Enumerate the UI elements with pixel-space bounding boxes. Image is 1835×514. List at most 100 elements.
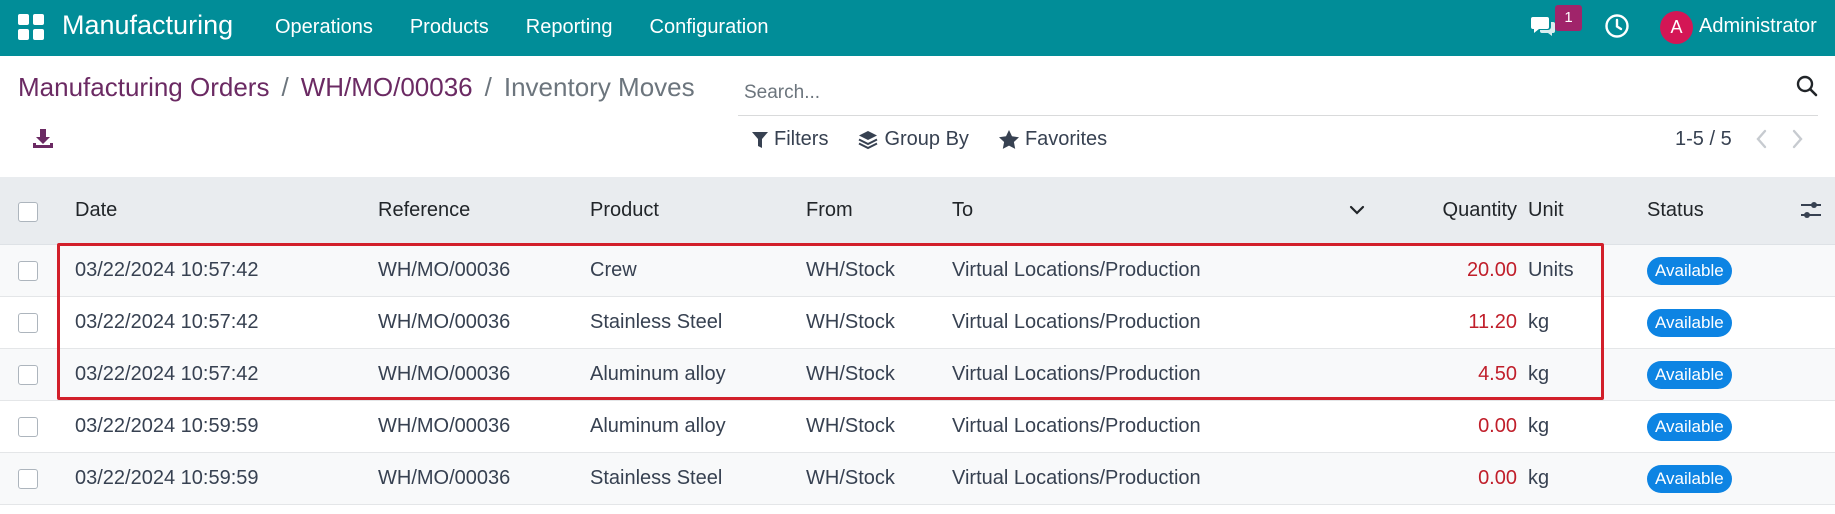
column-header-reference[interactable]: Reference [378,177,470,244]
cell-quantity: 4.50 [1478,363,1517,385]
status-badge: Available [1647,360,1732,389]
cell-reference: WH/MO/00036 [378,311,511,333]
cell-quantity: 11.20 [1468,311,1517,333]
cell-product: Stainless Steel [590,467,723,489]
user-menu[interactable]: Administrator [1699,15,1817,38]
optional-columns-icon[interactable] [1800,199,1822,221]
page-title: Inventory Moves [503,72,695,102]
cell-unit: Units [1528,259,1574,281]
select-all-checkbox[interactable] [18,202,38,222]
menu-item-reporting[interactable]: Reporting [526,16,613,39]
cell-date: 03/22/2024 10:57:42 [75,363,259,385]
row-checkbox[interactable] [18,261,38,281]
cell-from: WH/Stock [806,467,895,489]
pager-value[interactable]: 1-5 / 5 [1675,128,1732,151]
status-badge: Available [1647,256,1732,285]
menu-item-products[interactable]: Products [410,16,489,39]
cell-from: WH/Stock [806,363,895,385]
cell-date: 03/22/2024 10:59:59 [75,467,259,489]
group-by-label: Group By [884,128,969,150]
chat-icon[interactable] [1530,14,1556,38]
cell-to: Virtual Locations/Production [952,311,1201,333]
breadcrumb-separator: / [281,72,289,102]
breadcrumb-manufacturing-orders[interactable]: Manufacturing Orders [18,72,269,103]
inventory-moves-table: Date Reference Product From To Quantity … [0,177,1835,505]
column-header-quantity[interactable]: Quantity [1400,177,1517,244]
cell-from: WH/Stock [806,259,895,281]
cell-date: 03/22/2024 10:57:42 [75,311,259,333]
cell-product: Aluminum alloy [590,415,726,437]
breadcrumb: Manufacturing Orders / WH/MO/00036 / Inv… [18,72,695,103]
cell-reference: WH/MO/00036 [378,467,511,489]
star-icon [998,130,1019,149]
main-menu: Operations Products Reporting Configurat… [275,16,805,39]
row-checkbox[interactable] [18,313,38,333]
row-checkbox[interactable] [18,469,38,489]
app-brand[interactable]: Manufacturing [62,10,233,41]
menu-item-operations[interactable]: Operations [275,16,373,39]
cell-to: Virtual Locations/Production [952,415,1201,437]
cell-from: WH/Stock [806,311,895,333]
filter-icon [752,131,768,148]
cell-status: Available [1647,349,1732,400]
column-header-date[interactable]: Date [75,177,117,244]
favorites-label: Favorites [1024,128,1108,150]
row-checkbox[interactable] [18,417,38,437]
filters-label: Filters [774,128,829,150]
status-badge: Available [1647,464,1732,493]
cell-unit: kg [1528,467,1550,489]
cell-date: 03/22/2024 10:59:59 [75,415,259,437]
group-by-button[interactable]: Group By [858,128,969,151]
cell-from: WH/Stock [806,415,895,437]
column-header-unit[interactable]: Unit [1528,177,1564,244]
search-bar [738,70,1818,116]
chevron-left-icon[interactable] [1752,128,1772,150]
cell-status: Available [1647,453,1732,504]
row-checkbox[interactable] [18,365,38,385]
search-input[interactable] [744,76,1744,110]
breadcrumb-separator: / [484,72,492,102]
cell-unit: kg [1528,311,1550,333]
menu-item-configuration[interactable]: Configuration [650,16,769,39]
cell-unit: kg [1528,415,1550,437]
filters-button[interactable]: Filters [752,128,828,151]
table-header: Date Reference Product From To Quantity … [0,177,1835,245]
table-row[interactable]: 03/22/2024 10:57:42 WH/MO/00036 Stainles… [0,297,1835,349]
table-row[interactable]: 03/22/2024 10:57:42 WH/MO/00036 Aluminum… [0,349,1835,401]
breadcrumb-order-reference[interactable]: WH/MO/00036 [301,72,473,103]
cell-reference: WH/MO/00036 [378,415,511,437]
column-header-status[interactable]: Status [1647,177,1704,244]
column-header-product[interactable]: Product [590,177,659,244]
layers-icon [859,130,878,149]
chevron-right-icon[interactable] [1787,128,1807,150]
cell-unit: kg [1528,363,1550,385]
top-navbar: Manufacturing Operations Products Report… [0,0,1835,56]
cell-reference: WH/MO/00036 [378,363,511,385]
favorites-button[interactable]: Favorites [998,128,1108,151]
status-badge: Available [1647,308,1732,337]
cell-product: Crew [590,259,637,281]
cell-quantity: 20.00 [1466,259,1517,281]
column-header-to[interactable]: To [952,177,973,244]
status-badge: Available [1647,412,1732,441]
cell-to: Virtual Locations/Production [952,363,1201,385]
search-icon[interactable] [1795,74,1819,98]
table-row[interactable]: 03/22/2024 10:59:59 WH/MO/00036 Aluminum… [0,401,1835,453]
table-row[interactable]: 03/22/2024 10:59:59 WH/MO/00036 Stainles… [0,453,1835,505]
avatar[interactable]: A [1660,11,1693,44]
cell-quantity: 0.00 [1478,415,1517,437]
table-row[interactable]: 03/22/2024 10:57:42 WH/MO/00036 Crew WH/… [0,245,1835,297]
column-header-from[interactable]: From [806,177,853,244]
cell-status: Available [1647,245,1732,296]
chevron-down-icon[interactable] [1347,200,1367,220]
apps-menu-icon[interactable] [18,14,44,40]
cell-quantity: 0.00 [1478,467,1517,489]
cell-to: Virtual Locations/Production [952,259,1201,281]
cell-status: Available [1647,297,1732,348]
download-icon[interactable] [30,126,56,152]
cell-product: Aluminum alloy [590,363,726,385]
search-options: Filters Group By Favorites [752,128,1137,151]
cell-product: Stainless Steel [590,311,723,333]
cell-date: 03/22/2024 10:57:42 [75,259,259,281]
activity-clock-icon[interactable] [1604,13,1630,39]
